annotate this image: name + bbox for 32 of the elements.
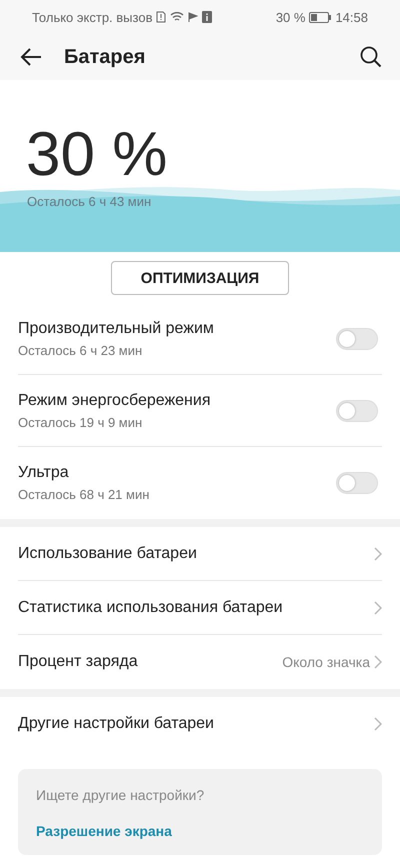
flag-icon (188, 12, 198, 22)
setting-title: Ультра (18, 464, 70, 482)
menu-item[interactable]: Процент заряда (18, 653, 282, 671)
sim-icon (156, 11, 166, 23)
setting-value: Около значка (282, 654, 370, 670)
setting-subtitle: Осталось 19 ч 9 мин (18, 414, 144, 430)
menu-item[interactable]: Другие настройки батареи (18, 715, 374, 733)
chevron-icon (374, 717, 382, 731)
chevron-icon (374, 655, 382, 669)
battery-percent: 30 % (276, 10, 306, 24)
chevron-icon (374, 600, 382, 614)
toggle-switch[interactable] (336, 472, 378, 494)
toggle-switch[interactable] (336, 328, 378, 350)
clock: 14:58 (335, 10, 368, 24)
info-icon (202, 11, 212, 23)
toggle-switch[interactable] (336, 400, 378, 422)
setting-title: Режим энергосбережения (18, 392, 212, 410)
status-text: Только экстр. вызов (32, 10, 152, 24)
menu-item[interactable]: Использование батареи (18, 544, 374, 562)
page-title: Батарея (64, 46, 146, 68)
suggestion-question: Ищете другие настройки? (36, 787, 206, 803)
wifi-icon (170, 11, 184, 23)
search-button[interactable] (358, 44, 384, 70)
chevron-icon (374, 546, 382, 560)
battery-level: 30 % (26, 124, 168, 186)
battery-icon (309, 12, 332, 22)
remaining-time: Осталось 6 ч 43 мин (27, 194, 152, 209)
menu-item[interactable]: Статистика использования батареи (18, 598, 374, 616)
setting-subtitle: Осталось 68 ч 21 мин (18, 487, 150, 502)
optimize-button[interactable]: ОПТИМИЗАЦИЯ (111, 261, 289, 295)
setting-subtitle: Осталось 6 ч 23 мин (18, 342, 144, 358)
setting-title: Производительный режим (18, 320, 215, 338)
